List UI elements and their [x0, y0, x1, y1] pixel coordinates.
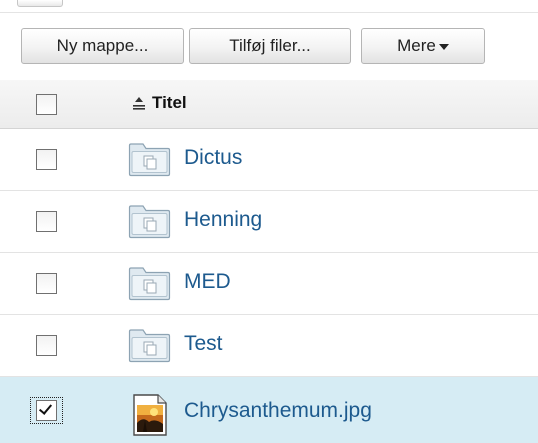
image-file-icon [133, 394, 167, 436]
table-row[interactable]: Henning [0, 191, 538, 253]
file-table: Titel Dictus Henning MED Test Chrysanthe… [0, 80, 538, 443]
table-header: Titel [0, 80, 538, 129]
folder-icon [128, 329, 171, 363]
more-label: Mere [397, 36, 436, 55]
select-all-checkbox[interactable] [36, 94, 57, 115]
folder-icon [128, 143, 171, 177]
item-link[interactable]: Test [184, 332, 223, 356]
caret-down-icon [438, 44, 449, 50]
file-manager: Ny mappe... Tilføj filer... Mere Titel D… [0, 0, 538, 443]
table-row-selected[interactable]: Chrysanthemum.jpg [0, 377, 538, 443]
row-checkbox[interactable] [36, 149, 57, 170]
row-checkbox-checked[interactable] [30, 397, 63, 424]
checkmark-icon [38, 401, 53, 415]
partial-button[interactable] [17, 0, 63, 7]
more-menu-button[interactable]: Mere [361, 28, 485, 64]
new-folder-button[interactable]: Ny mappe... [21, 28, 184, 64]
toolbar: Ny mappe... Tilføj filer... Mere [0, 12, 538, 80]
table-row[interactable]: Test [0, 315, 538, 377]
table-row[interactable]: Dictus [0, 129, 538, 191]
item-link[interactable]: MED [184, 270, 231, 294]
row-checkbox[interactable] [36, 273, 57, 294]
item-link[interactable]: Dictus [184, 146, 242, 170]
checkbox-box [36, 400, 57, 421]
item-link[interactable]: Chrysanthemum.jpg [184, 399, 372, 423]
new-folder-label: Ny mappe... [56, 36, 149, 55]
column-title[interactable]: Titel [152, 93, 187, 113]
add-files-button[interactable]: Tilføj filer... [189, 28, 351, 64]
folder-icon [128, 267, 171, 301]
row-checkbox[interactable] [36, 211, 57, 232]
row-checkbox[interactable] [36, 335, 57, 356]
sort-ascending-icon[interactable] [132, 95, 146, 111]
item-link[interactable]: Henning [184, 208, 262, 232]
add-files-label: Tilføj filer... [229, 36, 311, 55]
folder-icon [128, 205, 171, 239]
table-row[interactable]: MED [0, 253, 538, 315]
